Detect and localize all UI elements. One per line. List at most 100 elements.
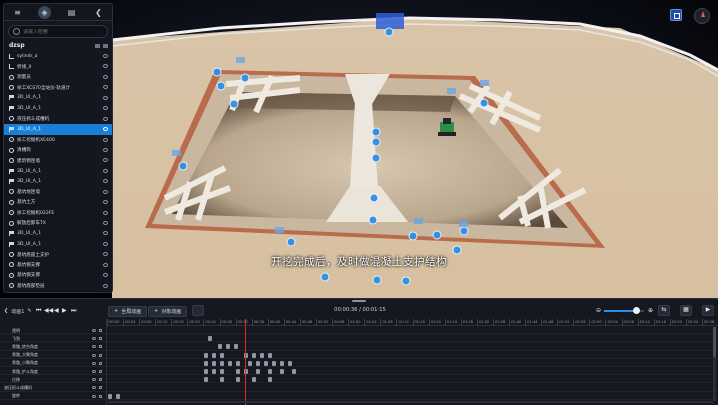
play-icon[interactable]: ▶ — [62, 307, 67, 314]
folder-icon[interactable] — [95, 43, 100, 48]
tab-archive[interactable]: ▤ — [58, 4, 85, 20]
visibility-eye-icon[interactable] — [92, 361, 96, 365]
keyframe-marker[interactable] — [236, 377, 240, 383]
visibility-eye-icon[interactable] — [103, 64, 108, 69]
track-row[interactable]: 骨骼_小臂角度 — [0, 360, 718, 368]
animation-selector[interactable]: ❮ 动画1 ✎ — [4, 305, 32, 317]
visibility-eye-icon[interactable] — [92, 337, 96, 341]
tree-item[interactable]: 3D_UI_A_1 — [4, 93, 112, 103]
keyframe-marker[interactable] — [252, 377, 256, 383]
visibility-eye-icon[interactable] — [103, 137, 108, 142]
visibility-eye-icon[interactable] — [103, 74, 108, 79]
keyframe-marker[interactable] — [260, 352, 264, 358]
visibility-eye-icon[interactable] — [103, 179, 108, 184]
keyframe-marker[interactable] — [288, 360, 292, 366]
track-label[interactable]: 骨骼_铲斗角度 — [0, 368, 105, 375]
track-label[interactable]: 位移 — [0, 376, 105, 383]
search-input[interactable] — [23, 28, 103, 35]
keyframe-marker[interactable] — [234, 344, 238, 350]
horizontal-scrollbar[interactable] — [108, 401, 713, 403]
keyframe-marker[interactable] — [268, 369, 272, 374]
track-row[interactable]: 骨骼_大臂角度 — [0, 352, 718, 359]
tree-item[interactable]: 徐工挖掘机022FE — [4, 208, 112, 218]
track-row[interactable]: 骨骼_铲斗角度 — [0, 368, 718, 376]
tree-item[interactable]: 3D_UI_A_1 — [4, 228, 112, 238]
keyframe-marker[interactable] — [218, 344, 222, 350]
preview-play-button[interactable]: ▶ — [702, 305, 714, 316]
keyframe-marker[interactable] — [220, 369, 224, 374]
visibility-eye-icon[interactable] — [92, 353, 96, 357]
keyframe-marker[interactable] — [268, 377, 272, 383]
visibility-eye-icon[interactable] — [92, 329, 96, 332]
track-label[interactable]: 骨骼_小臂角度 — [0, 360, 105, 367]
view-mode-button[interactable] — [670, 9, 682, 21]
visibility-eye-icon[interactable] — [103, 262, 108, 267]
keyframe-marker[interactable] — [280, 369, 284, 374]
compass-icon[interactable] — [694, 8, 710, 24]
keyframe-marker[interactable] — [256, 369, 260, 374]
tree-item[interactable]: 徐工挖掘机XE400 — [4, 135, 112, 145]
tree-item[interactable]: 解放后卸车TX — [4, 218, 112, 228]
visibility-eye-icon[interactable] — [103, 283, 108, 288]
track-label[interactable]: 透明 — [0, 327, 105, 334]
track-row[interactable]: 液压抓斗成槽机 — [0, 384, 718, 392]
visibility-eye-icon[interactable] — [103, 127, 108, 132]
resize-handle[interactable] — [352, 300, 366, 302]
tree-item[interactable]: 液压抓斗成槽机 — [4, 114, 112, 124]
visibility-eye-icon[interactable] — [92, 370, 96, 373]
visibility-eye-icon[interactable] — [103, 200, 108, 205]
3d-viewport[interactable]: 开挖完成后，及时做混凝土支护结构 ≡ ◈ ▤ ❮ dzsp sylindr_a折… — [0, 0, 718, 298]
keyframe-marker[interactable] — [236, 360, 240, 366]
keyframe-marker[interactable] — [280, 360, 284, 366]
step-back-icon[interactable]: ◀ — [54, 307, 59, 314]
track-label[interactable]: 飞到 — [0, 335, 105, 342]
lock-icon[interactable] — [99, 361, 102, 365]
keyframe-marker[interactable] — [252, 352, 256, 358]
tree-item[interactable]: 测量员 — [4, 72, 112, 82]
zoom-slider[interactable] — [604, 307, 644, 314]
keyframe-marker[interactable] — [220, 352, 224, 358]
track-label[interactable]: 液压抓斗成槽机 — [0, 384, 105, 391]
keyframe-marker[interactable] — [212, 352, 216, 358]
keyframe-marker[interactable] — [228, 360, 232, 366]
keyframe-marker[interactable] — [220, 377, 224, 383]
list-icon[interactable] — [103, 43, 108, 48]
lock-icon[interactable] — [99, 378, 102, 382]
lock-icon[interactable] — [99, 345, 102, 349]
visibility-eye-icon[interactable] — [103, 85, 108, 90]
keyframe-marker[interactable] — [292, 369, 296, 374]
grid-button[interactable]: ▦ — [680, 305, 692, 316]
track-label[interactable]: 骨骼_大臂角度 — [0, 352, 105, 359]
rewind-icon[interactable]: ◀◀ — [44, 307, 53, 314]
keyframe-marker[interactable] — [212, 369, 216, 374]
visibility-eye-icon[interactable] — [103, 54, 108, 58]
loop-button[interactable]: ⇆ — [658, 305, 670, 316]
visibility-eye-icon[interactable] — [103, 168, 108, 173]
lock-icon[interactable] — [99, 386, 102, 390]
global-animation-button[interactable]: + 全局动画 — [108, 305, 148, 317]
tree-item[interactable]: sylindr_a — [4, 51, 112, 61]
keyframe-marker[interactable] — [272, 360, 276, 366]
tree-item[interactable]: 基坑底座土支护 — [4, 249, 112, 259]
keyframe-marker[interactable] — [204, 377, 208, 383]
playhead[interactable] — [245, 319, 246, 405]
track-row[interactable]: 旋转 — [0, 393, 718, 400]
tree-item[interactable]: 徐工XCS70全站仪-轨道计 — [4, 82, 112, 92]
visibility-eye-icon[interactable] — [103, 273, 108, 278]
tree-item[interactable]: 基坑底部垫层 — [4, 281, 112, 291]
tree-item[interactable]: 基坑钢支撑 — [4, 260, 112, 270]
visibility-eye-icon[interactable] — [92, 394, 96, 398]
visibility-eye-icon[interactable] — [103, 241, 108, 246]
track-row[interactable]: 位移 — [0, 376, 718, 384]
tree-item[interactable]: 3D_UI_A_1 — [4, 176, 112, 186]
keyframe-marker[interactable] — [204, 352, 208, 358]
tree-item[interactable]: 建筑物连墙 — [4, 155, 112, 165]
keyframe-marker[interactable] — [248, 360, 252, 366]
tree-item[interactable]: 基坑钢支撑 — [4, 270, 112, 280]
visibility-eye-icon[interactable] — [103, 116, 108, 121]
lock-icon[interactable] — [99, 337, 102, 341]
visibility-eye-icon[interactable] — [92, 345, 96, 349]
keyframe-marker[interactable] — [226, 344, 230, 350]
visibility-eye-icon[interactable] — [103, 95, 108, 100]
keyframe-marker[interactable] — [220, 360, 224, 366]
